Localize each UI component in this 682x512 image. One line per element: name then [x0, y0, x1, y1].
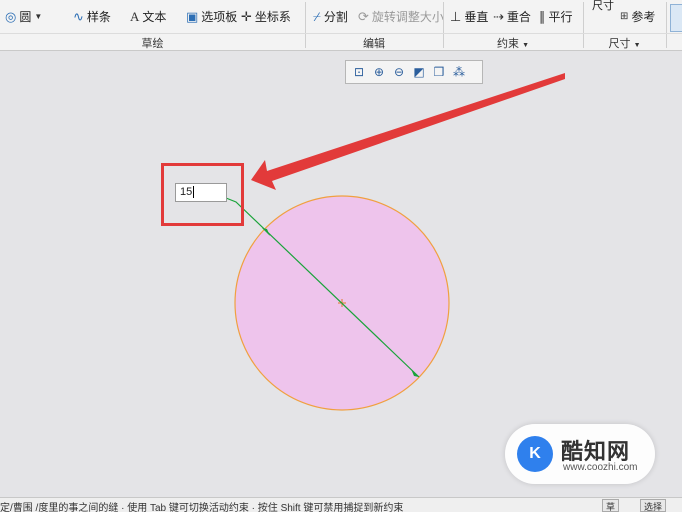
parallel-label: 平行 — [548, 10, 573, 24]
vertical-label: 垂直 — [464, 10, 489, 24]
status-filter-button[interactable]: 草 — [602, 499, 620, 512]
watermark-url: www.coozhi.com — [563, 462, 638, 473]
chevron-down-icon: ▼ — [522, 42, 529, 49]
display-style-icon[interactable]: ❒ — [430, 63, 448, 81]
palette-tool[interactable]: ▣ 选项板 — [186, 8, 237, 25]
reference-icon: ⊞ — [620, 10, 629, 22]
text-tool[interactable]: A 文本 — [130, 8, 166, 25]
parallel-tool[interactable]: ∥ 平行 — [539, 8, 573, 25]
sketch-display-icon[interactable]: ⁂ — [450, 63, 468, 81]
parallel-icon: ∥ — [539, 8, 546, 24]
text-label: 文本 — [142, 10, 167, 24]
divide-label: 分割 — [323, 10, 348, 24]
status-message: 定/曹围 /度里的事之间的缝 · 使用 Tab 键可切换活动约束 · 按住 Sh… — [0, 503, 404, 512]
palette-label: 选项板 — [201, 10, 238, 24]
coordsys-label: 坐标系 — [254, 10, 291, 24]
group-title-dimension[interactable]: 尺寸 ▼ — [583, 35, 666, 51]
group-title-edit: 编辑 — [363, 38, 385, 50]
text-cursor — [193, 186, 195, 198]
reference-tool[interactable]: ⊞ 参考 — [620, 8, 655, 25]
ribbon: ◎ 圆 ▼ ∿ 样条 A 文本 ▣ 选项板 ✛ 坐标系 ⌿ 分割 ⟳ 旋转调整大… — [0, 0, 682, 51]
chevron-down-icon[interactable]: ▼ — [34, 11, 42, 23]
circle-icon: ◎ — [5, 8, 17, 24]
dimension-value: 15 — [180, 186, 193, 198]
rotate-resize-label: 旋转调整大小 — [371, 10, 444, 24]
zoom-out-icon[interactable]: ⊖ — [390, 63, 408, 81]
watermark-logo-icon: K — [517, 436, 553, 472]
selection-filter-dropdown[interactable]: 选择 — [640, 499, 667, 512]
ribbon-group-titles: 草绘 编辑 约束 ▼ 尺寸 ▼ — [0, 33, 682, 51]
palette-icon: ▣ — [186, 8, 199, 24]
coincident-label: 重合 — [506, 10, 531, 24]
circle-label: 圆 — [19, 10, 32, 24]
spline-tool[interactable]: ∿ 样条 — [73, 8, 111, 25]
rotate-resize-tool[interactable]: ⟳ 旋转调整大小 — [358, 8, 444, 25]
status-bar: 定/曹围 /度里的事之间的缝 · 使用 Tab 键可切换活动约束 · 按住 Sh… — [0, 497, 682, 512]
divide-tool[interactable]: ⌿ 分割 — [313, 8, 348, 25]
rotate-icon: ⟳ — [358, 8, 369, 24]
zoom-in-icon[interactable]: ⊕ — [370, 63, 388, 81]
refit-icon[interactable]: ⊡ — [350, 63, 368, 81]
ok-button-edge[interactable] — [670, 4, 682, 32]
spline-icon: ∿ — [73, 8, 84, 24]
divide-icon: ⌿ — [313, 8, 321, 24]
coincident-icon: ⇢ — [493, 8, 504, 24]
chevron-down-icon: ▼ — [633, 42, 641, 49]
coordsys-icon: ✛ — [241, 8, 252, 24]
text-icon: A — [130, 8, 140, 24]
vertical-icon: ⊥ — [450, 8, 462, 24]
coordsys-tool[interactable]: ✛ 坐标系 — [241, 8, 291, 25]
group-title-sketch: 草绘 — [141, 38, 164, 50]
coincident-tool[interactable]: ⇢ 重合 — [493, 8, 531, 25]
view-toolbar: ⊡ ⊕ ⊖ ◩ ❒ ⁂ — [345, 60, 483, 84]
spline-label: 样条 — [86, 10, 111, 24]
reference-label: 参考 — [631, 10, 656, 24]
vertical-tool[interactable]: ⊥ 垂直 — [450, 8, 488, 25]
dimension-value-input[interactable]: 15 — [175, 183, 227, 202]
watermark: K 酷知网 www.coozhi.com — [505, 424, 655, 484]
dimension-top-label[interactable]: 尺寸 — [592, 0, 614, 13]
circle-tool[interactable]: ◎ 圆 ▼ — [5, 8, 42, 25]
repaint-icon[interactable]: ◩ — [410, 63, 428, 81]
group-title-constrain[interactable]: 约束 ▼ — [443, 35, 583, 51]
